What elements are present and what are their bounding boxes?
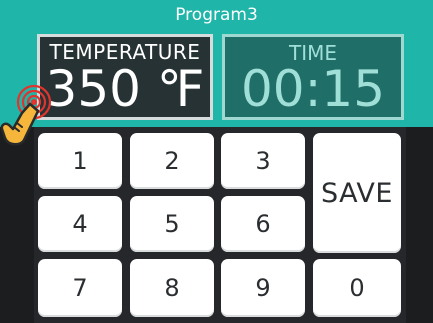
key-2[interactable]: 2 <box>130 133 214 189</box>
key-7[interactable]: 7 <box>38 259 122 317</box>
time-display[interactable]: TIME 00:15 <box>222 34 404 120</box>
key-4[interactable]: 4 <box>38 196 122 252</box>
save-button[interactable]: SAVE <box>313 133 401 253</box>
key-0[interactable]: 0 <box>313 259 401 317</box>
time-value: 00:15 <box>240 60 386 118</box>
side-panel-right <box>406 127 433 323</box>
key-3[interactable]: 3 <box>221 133 305 189</box>
key-9[interactable]: 9 <box>221 259 305 317</box>
key-6[interactable]: 6 <box>221 196 305 252</box>
program-title: Program3 <box>175 5 258 25</box>
numeric-keypad: 1 2 3 SAVE 4 5 6 7 8 9 0 <box>34 127 406 323</box>
key-8[interactable]: 8 <box>130 259 214 317</box>
key-5[interactable]: 5 <box>130 196 214 252</box>
tap-gesture-icon <box>0 84 52 146</box>
